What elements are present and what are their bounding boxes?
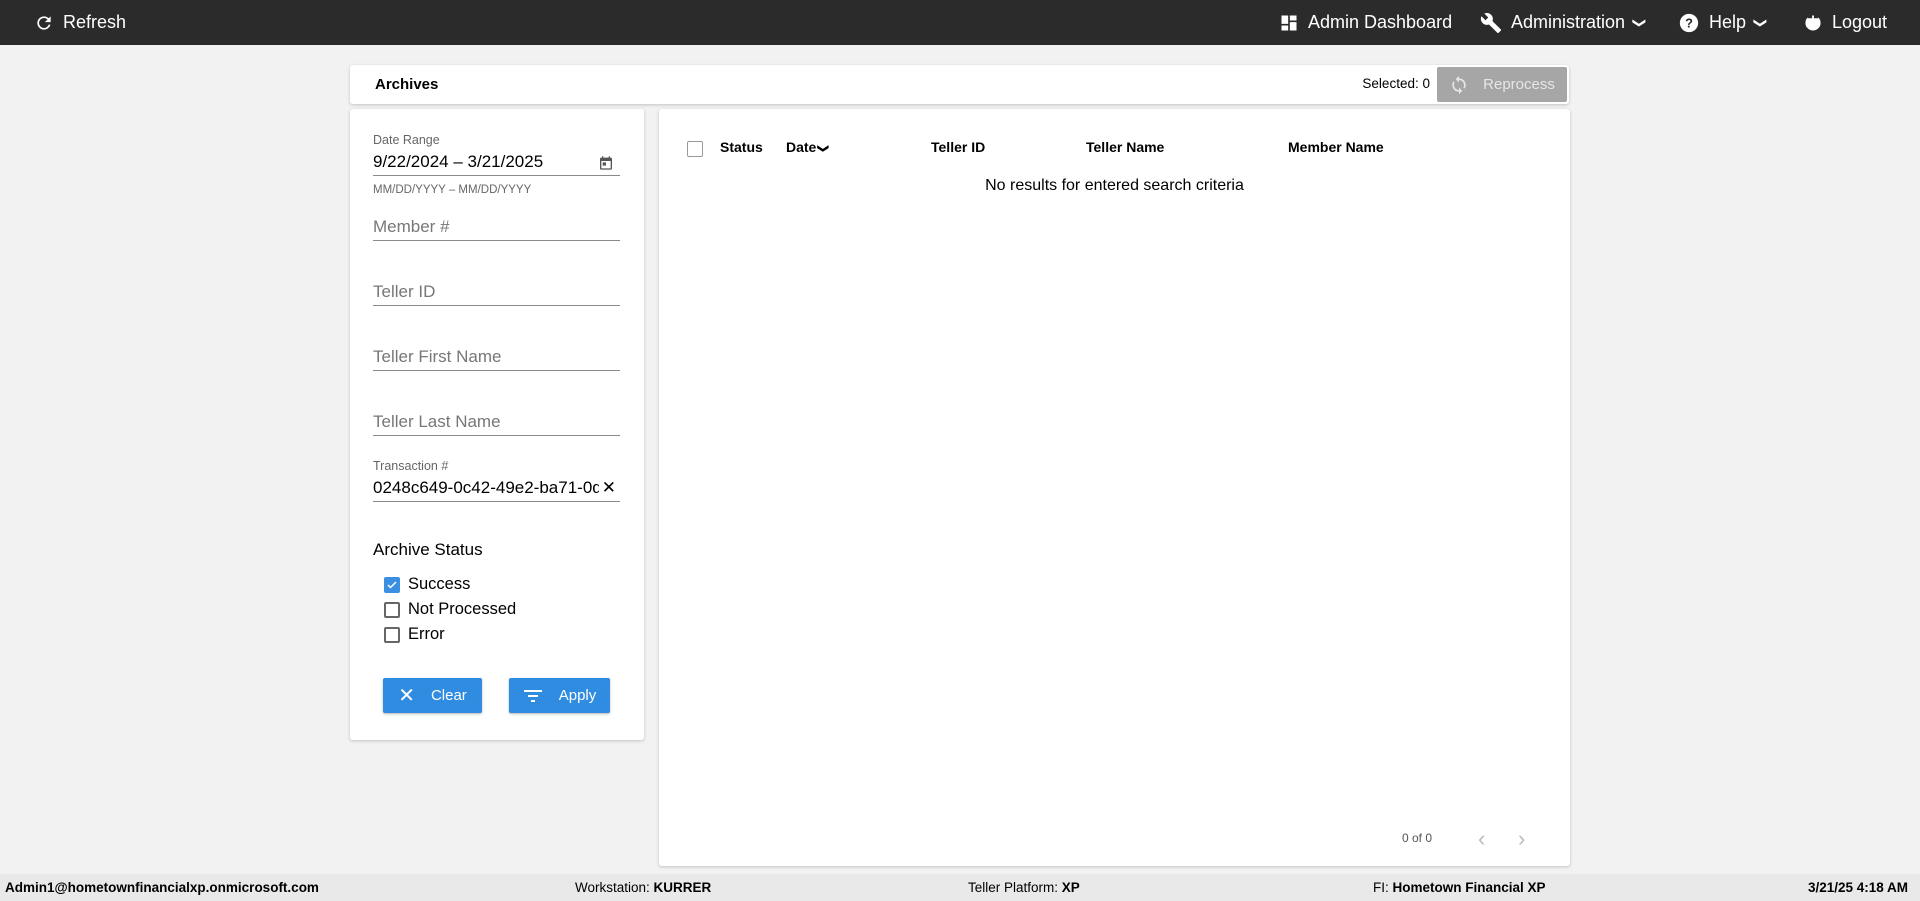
platform-value: XP	[1061, 880, 1080, 895]
teller-last-name-input[interactable]: Teller Last Name	[373, 412, 620, 436]
administration-menu[interactable]: Administration ❯	[1480, 0, 1648, 45]
reprocess-label: Reprocess	[1483, 76, 1555, 93]
refresh-icon	[37, 15, 51, 30]
page-title: Archives	[375, 76, 439, 93]
teller-last-name-placeholder: Teller Last Name	[373, 412, 501, 431]
column-date-label: Date	[786, 139, 817, 155]
administration-label: Administration	[1511, 12, 1626, 32]
help-icon: ?	[1679, 13, 1699, 32]
column-member-name[interactable]: Member Name	[1288, 139, 1384, 155]
admin-dashboard-link[interactable]: Admin Dashboard	[1279, 0, 1452, 45]
date-range-input[interactable]: 9/22/2024 – 3/21/2025	[373, 152, 620, 176]
column-status[interactable]: Status	[720, 139, 763, 155]
check-icon	[387, 581, 397, 589]
checkbox-error-label: Error	[408, 625, 445, 643]
dashboard-icon	[1281, 15, 1297, 30]
footer-platform: Teller Platform: XP	[968, 880, 1080, 895]
power-icon	[1805, 15, 1821, 30]
sort-desc-icon: ❯	[817, 143, 830, 154]
teller-first-name-input[interactable]: Teller First Name	[373, 347, 620, 371]
fi-label: FI:	[1373, 880, 1389, 895]
archive-status-title: Archive Status	[373, 540, 483, 559]
fi-value: Hometown Financial XP	[1392, 880, 1546, 895]
checkbox-not-processed[interactable]	[384, 602, 400, 618]
status-bar: Admin1@hometownfinancialxp.onmicrosoft.c…	[0, 874, 1920, 901]
chevron-down-icon: ❯	[1753, 17, 1769, 28]
selected-label: Selected:	[1362, 76, 1419, 91]
date-range-value: 9/22/2024 – 3/21/2025	[373, 152, 544, 171]
wrench-icon	[1480, 12, 1502, 33]
column-teller-name[interactable]: Teller Name	[1086, 139, 1164, 155]
calendar-icon[interactable]	[598, 155, 614, 171]
date-format-hint: MM/DD/YYYY – MM/DD/YYYY	[373, 184, 532, 196]
column-teller-id[interactable]: Teller ID	[931, 139, 985, 155]
svg-text:?: ?	[1685, 15, 1693, 30]
selected-value: 0	[1422, 76, 1430, 91]
logout-label: Logout	[1832, 12, 1888, 32]
footer-user: Admin1@hometownfinancialxp.onmicrosoft.c…	[5, 880, 319, 895]
sync-icon	[1452, 75, 1466, 94]
transaction-value: 0248c649-0c42-49e2-ba71-0d3	[373, 478, 612, 497]
clear-button[interactable]: ✕ Clear	[383, 678, 482, 713]
footer-fi: FI: Hometown Financial XP	[1373, 880, 1546, 895]
column-date[interactable]: Date❯	[786, 139, 829, 155]
footer-datetime: 3/21/25 4:18 AM	[1807, 880, 1908, 895]
logout-button[interactable]: Logout	[1803, 0, 1887, 45]
footer-workstation: Workstation: KURRER	[575, 880, 711, 895]
admin-dashboard-label: Admin Dashboard	[1308, 12, 1453, 32]
chevron-down-icon: ❯	[1632, 17, 1648, 28]
close-icon: ✕	[398, 685, 415, 707]
transaction-input[interactable]: 0248c649-0c42-49e2-ba71-0d3 ✕	[373, 478, 620, 502]
refresh-label: Refresh	[63, 12, 127, 32]
teller-id-input[interactable]: Teller ID	[373, 282, 620, 306]
teller-first-name-placeholder: Teller First Name	[373, 347, 502, 366]
platform-label: Teller Platform:	[968, 880, 1059, 895]
help-label: Help	[1709, 12, 1747, 32]
page-header: Archives Selected: 0 Reprocess	[350, 65, 1569, 104]
next-page-button[interactable]: ›	[1518, 826, 1525, 852]
select-all-checkbox[interactable]	[687, 141, 703, 157]
clear-input-icon[interactable]: ✕	[598, 478, 616, 498]
member-number-input[interactable]: Member #	[373, 217, 620, 241]
empty-message: No results for entered search criteria	[985, 177, 1244, 194]
checkbox-error[interactable]	[384, 627, 400, 643]
checkbox-success-label: Success	[408, 575, 471, 593]
workstation-value: KURRER	[653, 880, 712, 895]
results-panel	[659, 109, 1570, 866]
date-range-label: Date Range	[373, 133, 440, 147]
checkbox-success[interactable]	[384, 577, 400, 593]
member-number-placeholder: Member #	[373, 217, 450, 236]
apply-label: Apply	[558, 687, 597, 704]
apply-button[interactable]: Apply	[509, 678, 610, 713]
help-menu[interactable]: ? Help ❯	[1678, 0, 1769, 45]
selected-count: Selected: 0	[1362, 76, 1430, 91]
pagination-range: 0 of 0	[1402, 831, 1433, 845]
reprocess-button[interactable]: Reprocess	[1437, 67, 1567, 102]
workstation-label: Workstation:	[575, 880, 650, 895]
clear-label: Clear	[430, 687, 467, 704]
refresh-button[interactable]: Refresh	[34, 0, 126, 45]
filter-icon	[523, 689, 542, 702]
transaction-label: Transaction #	[373, 459, 449, 473]
previous-page-button[interactable]: ‹	[1478, 826, 1485, 852]
top-nav-bar: Refresh Admin Dashboard Administration ❯…	[0, 0, 1920, 45]
checkbox-not-processed-label: Not Processed	[408, 600, 517, 618]
teller-id-placeholder: Teller ID	[373, 282, 436, 301]
